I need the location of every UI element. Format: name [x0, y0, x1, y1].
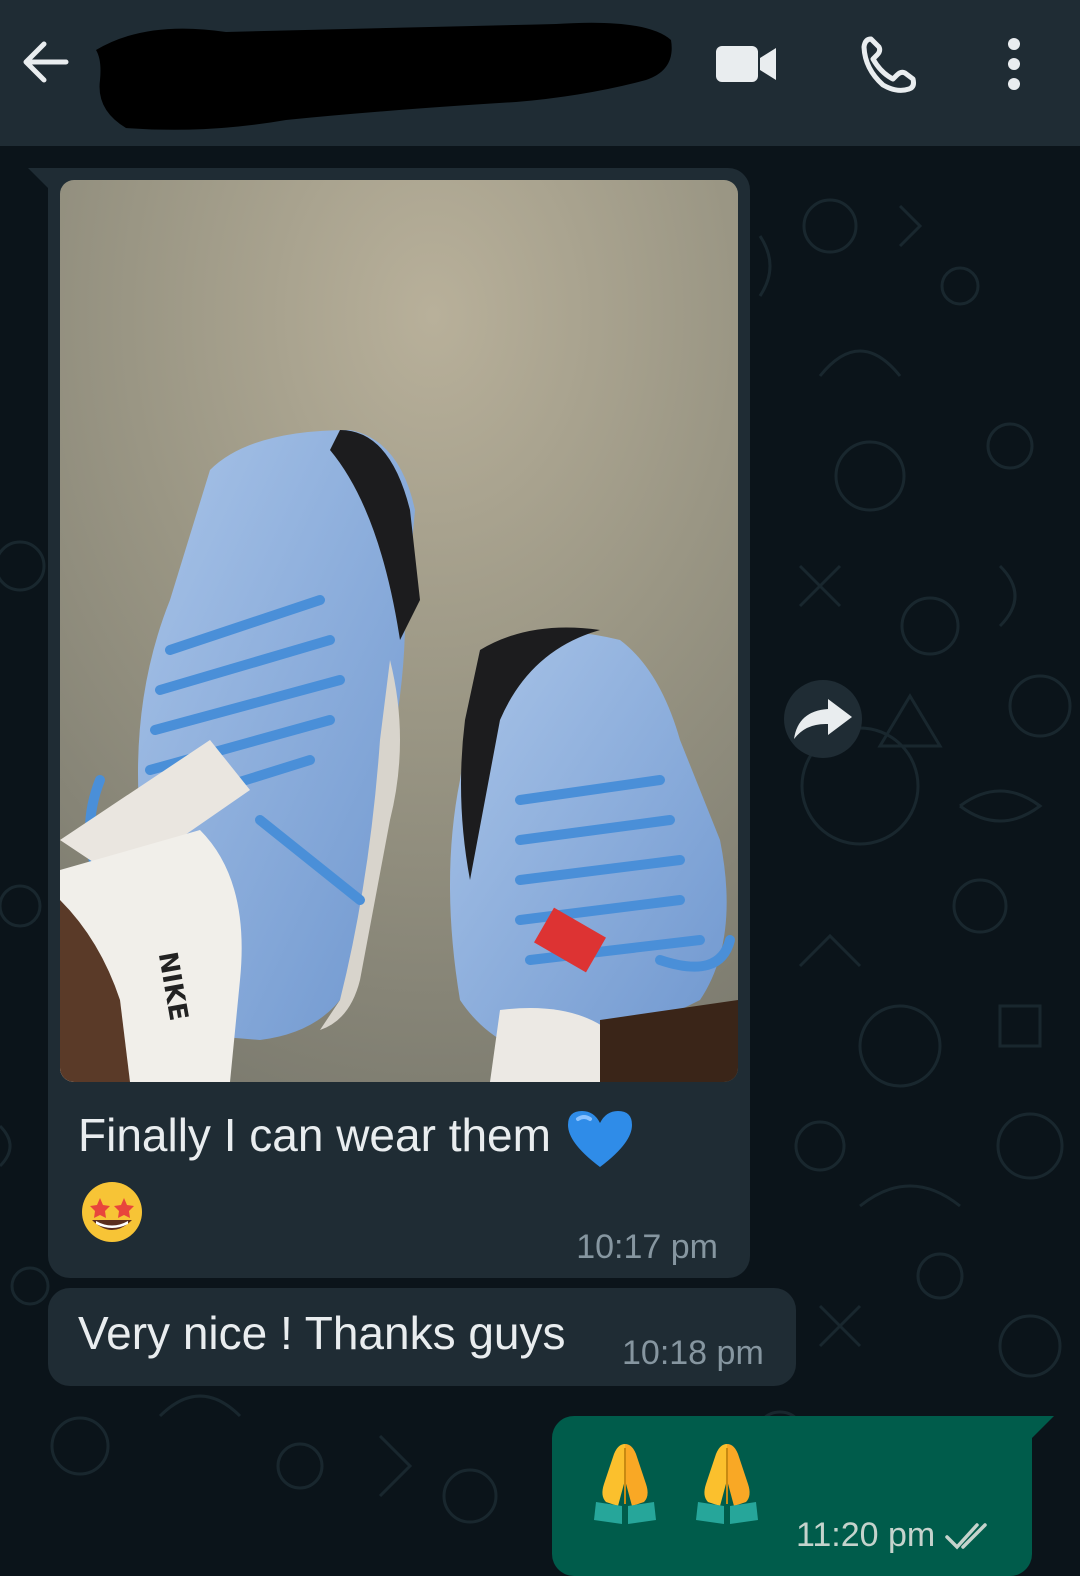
caption-text: Finally I can wear them [78, 1109, 551, 1161]
message-meta: 11:20 pm [796, 1516, 995, 1555]
contact-name[interactable] [86, 10, 676, 136]
arrow-left-icon [23, 41, 69, 83]
sneakers-photo: NIKE [60, 180, 738, 1082]
message-time: 11:20 pm [796, 1516, 936, 1554]
bubble-tail [1032, 1416, 1054, 1438]
blue-heart-icon [567, 1110, 632, 1167]
message-photo[interactable]: NIKE [60, 180, 738, 1082]
forward-button[interactable] [784, 680, 862, 758]
video-call-button[interactable] [704, 30, 788, 98]
double-check-icon [945, 1522, 987, 1550]
video-camera-icon [716, 46, 776, 82]
star-struck-emoji [78, 1178, 146, 1251]
message-text: Very nice ! Thanks guys [78, 1307, 566, 1359]
chat-header [0, 0, 1080, 146]
redaction-scribble [96, 22, 672, 130]
message-caption: Finally I can wear them [78, 1106, 718, 1171]
folded-hands-icon [696, 1444, 758, 1524]
message-time: 10:17 pm [576, 1228, 718, 1266]
more-vert-icon [1008, 38, 1020, 90]
more-options-button[interactable] [986, 30, 1042, 98]
phone-icon [861, 36, 916, 93]
emoji-row [592, 1440, 760, 1526]
voice-call-button[interactable] [852, 30, 924, 98]
folded-hands-icon [594, 1444, 656, 1524]
star-struck-icon [82, 1182, 142, 1242]
message-bubble-incoming[interactable]: Very nice ! Thanks guys 10:18 pm [48, 1288, 796, 1386]
message-bubble-outgoing[interactable]: 11:20 pm [552, 1416, 1032, 1576]
back-button[interactable] [14, 30, 78, 94]
message-bubble-incoming[interactable]: NIKE Finally I can wear them 10:17 pm [48, 168, 750, 1278]
message-time: 10:18 pm [622, 1334, 764, 1372]
bubble-tail [28, 168, 50, 190]
forward-arrow-icon [794, 699, 852, 739]
